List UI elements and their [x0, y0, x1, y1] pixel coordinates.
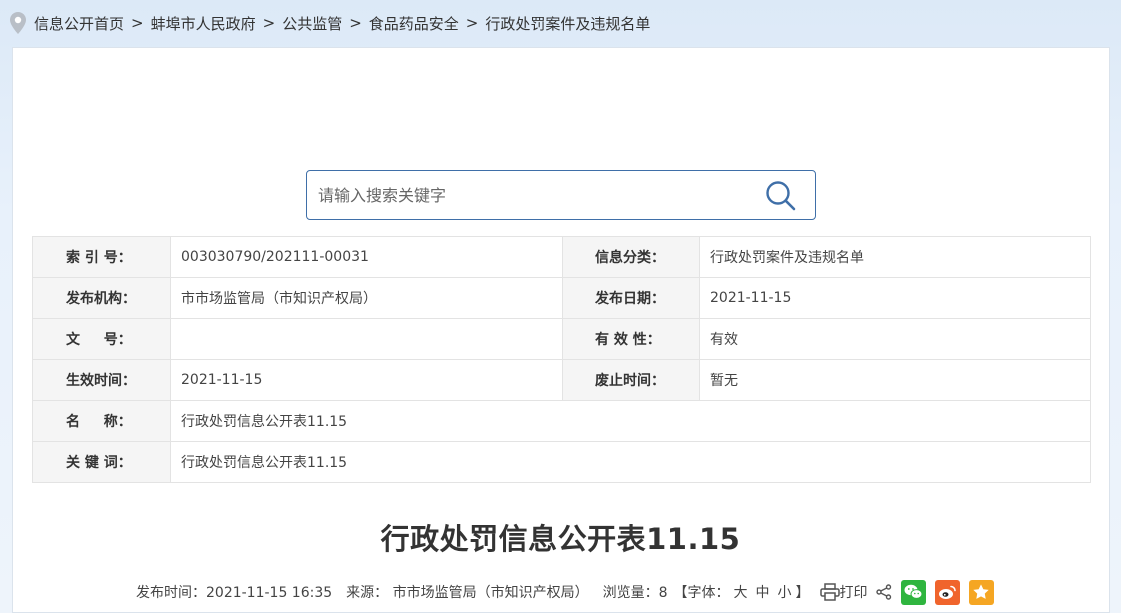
table-row: 生效时间： 2021-11-15 废止时间： 暂无 — [32, 359, 1091, 401]
docno-value — [170, 318, 563, 360]
printer-icon — [819, 583, 840, 601]
effective-date-label: 生效时间： — [32, 359, 171, 401]
document-metadata-table: 索 引 号： 003030790/202111-00031 信息分类： 行政处罚… — [32, 236, 1091, 483]
breadcrumb-separator: > — [131, 14, 144, 32]
table-row: 名 称： 行政处罚信息公开表11.15 — [32, 400, 1091, 442]
name-label: 名 称： — [32, 400, 171, 442]
table-row: 发布机构： 市市场监管局（市知识产权局） 发布日期： 2021-11-15 — [32, 277, 1091, 319]
search-input[interactable] — [307, 171, 747, 219]
publisher-value: 市市场监管局（市知识产权局） — [170, 277, 563, 319]
publisher-label: 发布机构： — [32, 277, 171, 319]
breadcrumb-link-penalty-cases[interactable]: 行政处罚案件及违规名单 — [485, 13, 650, 34]
validity-label: 有 效 性： — [562, 318, 700, 360]
add-favorite-button[interactable] — [968, 579, 994, 605]
validity-value: 有效 — [699, 318, 1091, 360]
share-wechat-button[interactable] — [900, 579, 926, 605]
article-title: 行政处罚信息公开表11.15 — [380, 522, 741, 556]
article-source: 来源： 市市场监管局（市知识产权局） — [346, 585, 589, 601]
breadcrumb-separator: > — [465, 14, 479, 32]
font-size-large-button[interactable]: 大 — [734, 582, 748, 602]
breadcrumb: 信息公开首页 > 蚌埠市人民政府 > 公共监管 > 食品药品安全 > 行政处罚案… — [10, 10, 650, 36]
font-size-small-button[interactable]: 小 — [778, 582, 792, 602]
index-label: 索 引 号： — [32, 236, 171, 278]
docno-label: 文 号： — [32, 318, 171, 360]
font-size-prefix: 【字体： — [673, 585, 730, 601]
breadcrumb-link-food-drug-safety[interactable]: 食品药品安全 — [369, 13, 459, 34]
publish-time: 发布时间：2021-11-15 16:35 — [136, 585, 333, 601]
article-info-bar: 发布时间：2021-11-15 16:35 来源： 市市场监管局（市知识产权局）… — [136, 578, 994, 606]
view-count: 浏览量：8 — [602, 585, 668, 601]
weibo-icon — [938, 585, 956, 599]
wechat-icon — [904, 584, 923, 599]
share-weibo-button[interactable] — [934, 579, 960, 605]
star-icon — [973, 584, 989, 599]
search-icon — [766, 181, 796, 211]
share-button[interactable] — [875, 584, 892, 600]
keywords-label: 关 键 词： — [32, 441, 171, 483]
breadcrumb-separator: > — [262, 14, 276, 32]
search-box — [306, 170, 816, 220]
breadcrumb-link-government[interactable]: 蚌埠市人民政府 — [151, 13, 256, 34]
location-pin-icon — [10, 12, 26, 34]
breadcrumb-separator: > — [349, 14, 362, 32]
share-icon — [875, 584, 891, 600]
search-button[interactable] — [765, 180, 797, 212]
category-label: 信息分类： — [562, 236, 700, 278]
print-button[interactable]: 打印 — [819, 582, 868, 602]
breadcrumb-link-public-supervision[interactable]: 公共监管 — [282, 13, 342, 34]
table-row: 索 引 号： 003030790/202111-00031 信息分类： 行政处罚… — [32, 236, 1091, 278]
print-label: 打印 — [839, 585, 868, 601]
table-row: 关 键 词： 行政处罚信息公开表11.15 — [32, 441, 1091, 483]
font-size-medium-button[interactable]: 中 — [756, 582, 770, 602]
keywords-value: 行政处罚信息公开表11.15 — [170, 441, 1091, 483]
name-value: 行政处罚信息公开表11.15 — [170, 400, 1091, 442]
pubdate-label: 发布日期： — [562, 277, 700, 319]
pubdate-value: 2021-11-15 — [699, 277, 1091, 319]
index-value: 003030790/202111-00031 — [170, 236, 563, 278]
category-value: 行政处罚案件及违规名单 — [699, 236, 1091, 278]
repeal-date-value: 暂无 — [699, 359, 1091, 401]
breadcrumb-link-home[interactable]: 信息公开首页 — [34, 13, 124, 34]
effective-date-value: 2021-11-15 — [170, 359, 563, 401]
repeal-date-label: 废止时间： — [562, 359, 700, 401]
table-row: 文 号： 有 效 性： 有效 — [32, 318, 1091, 360]
font-size-suffix: 】 — [795, 585, 810, 601]
